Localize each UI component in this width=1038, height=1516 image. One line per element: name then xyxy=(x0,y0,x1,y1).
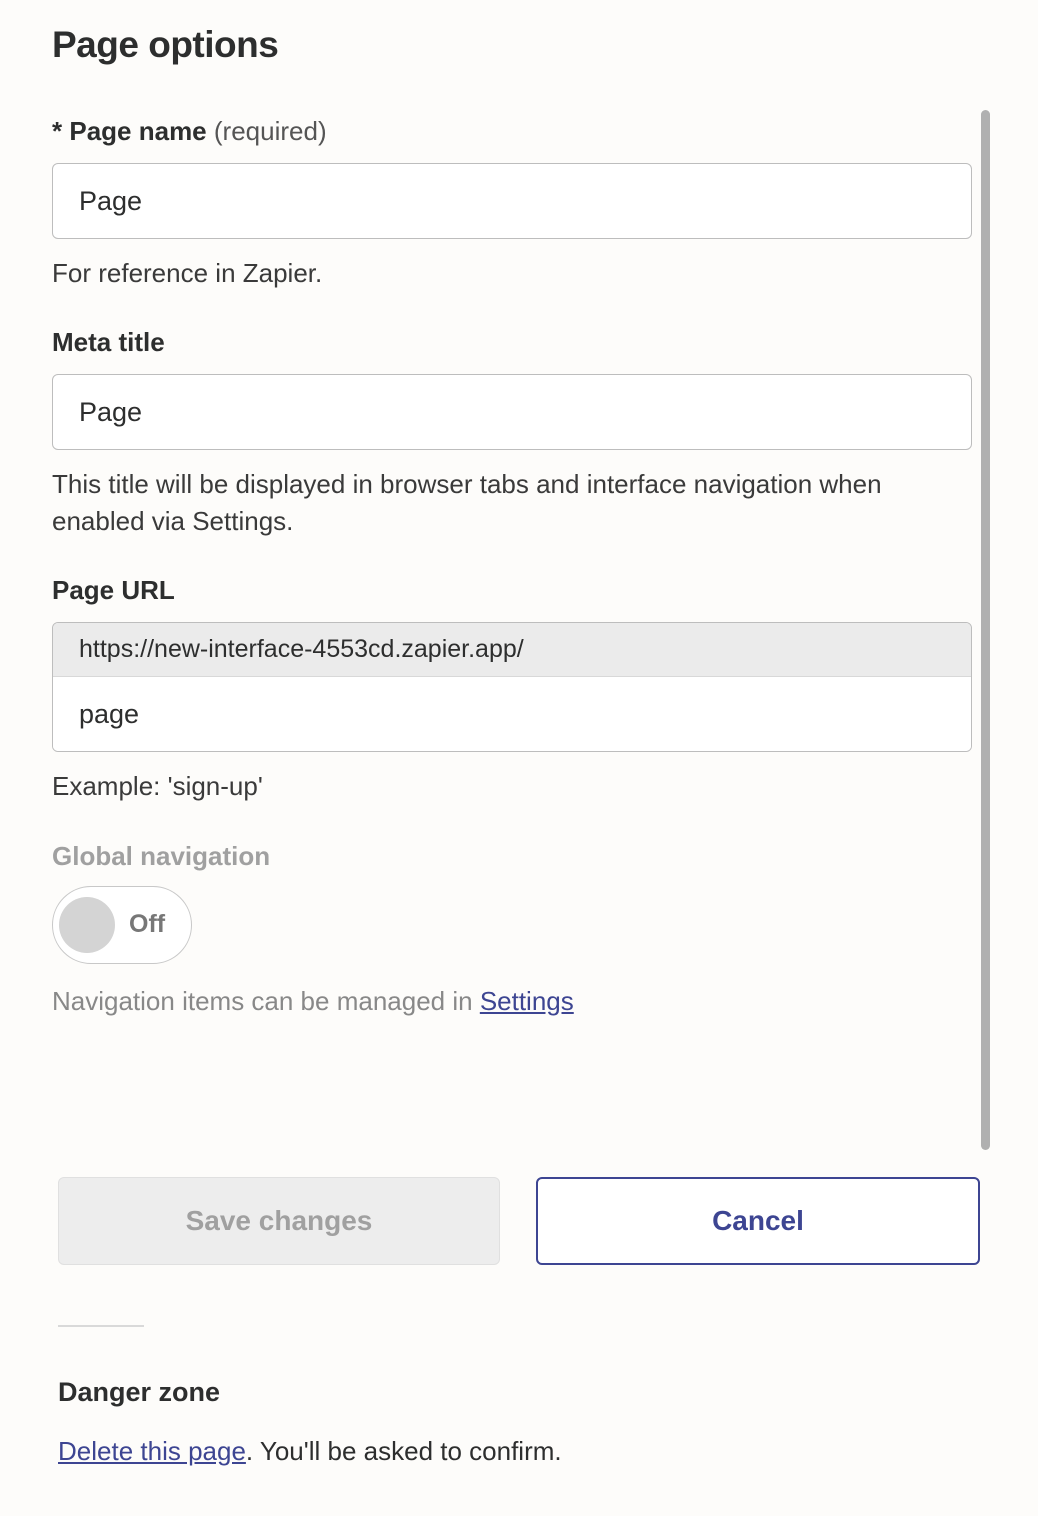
button-row: Save changes Cancel xyxy=(58,1177,980,1265)
danger-zone-heading: Danger zone xyxy=(58,1377,986,1408)
toggle-knob xyxy=(59,897,115,953)
required-hint: (required) xyxy=(214,116,327,146)
meta-title-label: Meta title xyxy=(52,327,972,358)
toggle-state-label: Off xyxy=(129,910,165,939)
page-title: Page options xyxy=(52,24,986,66)
save-button[interactable]: Save changes xyxy=(58,1177,500,1265)
page-url-label: Page URL xyxy=(52,575,972,606)
divider xyxy=(58,1325,144,1327)
meta-title-field: Meta title This title will be displayed … xyxy=(52,327,972,539)
meta-title-input[interactable] xyxy=(52,374,972,450)
global-nav-toggle[interactable]: Off xyxy=(52,886,192,964)
cancel-button[interactable]: Cancel xyxy=(536,1177,980,1265)
meta-title-help: This title will be displayed in browser … xyxy=(52,466,972,539)
page-name-field: * Page name (required) For reference in … xyxy=(52,116,972,291)
page-url-field: Page URL https://new-interface-4553cd.za… xyxy=(52,575,972,804)
page-name-input[interactable] xyxy=(52,163,972,239)
global-nav-field: Global navigation Off Navigation items c… xyxy=(52,841,972,1017)
danger-zone: Danger zone Delete this page. You'll be … xyxy=(52,1377,986,1467)
page-name-help: For reference in Zapier. xyxy=(52,255,972,291)
page-name-label: * Page name (required) xyxy=(52,116,972,147)
page-url-input[interactable] xyxy=(53,677,971,751)
required-star: * xyxy=(52,116,62,146)
global-nav-label: Global navigation xyxy=(52,841,972,872)
delete-page-link[interactable]: Delete this page xyxy=(58,1436,246,1466)
settings-link[interactable]: Settings xyxy=(480,986,574,1016)
global-nav-help: Navigation items can be managed in Setti… xyxy=(52,986,972,1017)
page-name-label-text: Page name xyxy=(69,116,206,146)
danger-zone-text: Delete this page. You'll be asked to con… xyxy=(58,1436,986,1467)
page-url-help: Example: 'sign-up' xyxy=(52,768,972,804)
page-url-prefix: https://new-interface-4553cd.zapier.app/ xyxy=(53,623,971,677)
scrollbar[interactable] xyxy=(981,110,990,1150)
